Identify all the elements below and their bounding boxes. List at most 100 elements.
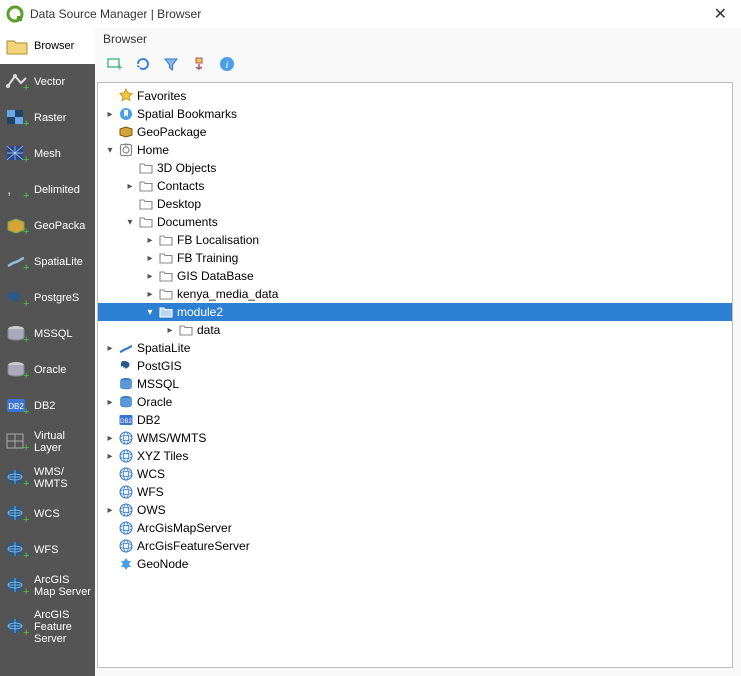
tree-node[interactable]: ▾module2 — [98, 303, 732, 321]
globe-icon — [118, 448, 134, 464]
expand-arrow[interactable]: ▸ — [144, 289, 156, 300]
expand-arrow[interactable]: ▸ — [104, 433, 116, 444]
browser-toolbar: + i — [95, 50, 741, 80]
add-layer-button[interactable]: + — [105, 54, 125, 74]
sidebar-item-label: Raster — [34, 112, 66, 124]
filter-button[interactable] — [161, 54, 181, 74]
expand-arrow[interactable]: ▸ — [144, 253, 156, 264]
tree-node[interactable]: ArcGisFeatureServer — [98, 537, 732, 555]
tree-node[interactable]: ▾ Home — [98, 141, 732, 159]
svg-text:+: + — [23, 298, 29, 308]
sidebar-item-geopackage[interactable]: +GeoPacka — [0, 208, 95, 244]
globe-icon — [118, 430, 134, 446]
tree-node[interactable]: ▸Contacts — [98, 177, 732, 195]
sidebar-item-label: DB2 — [34, 400, 55, 412]
tree-node[interactable]: WCS — [98, 465, 732, 483]
tree-node[interactable]: ▸FB Training — [98, 249, 732, 267]
tree-node[interactable]: ArcGisMapServer — [98, 519, 732, 537]
geopkg-icon — [118, 124, 134, 140]
folder-icon — [158, 232, 174, 248]
sidebar-item-wfs[interactable]: +WFS — [0, 532, 95, 568]
tree-node[interactable]: ▸ SpatiaLite — [98, 339, 732, 357]
sidebar-item-label: Vector — [34, 76, 65, 88]
tree-node[interactable]: ▸ OWS — [98, 501, 732, 519]
expand-arrow[interactable]: ▾ — [144, 307, 156, 318]
tree-node[interactable]: GeoNode — [98, 555, 732, 573]
sidebar-item-wmswmts[interactable]: +WMS/ WMTS — [0, 460, 95, 496]
tree-node[interactable]: PostGIS — [98, 357, 732, 375]
tree-node[interactable]: WFS — [98, 483, 732, 501]
expand-arrow[interactable]: ▸ — [104, 343, 116, 354]
sidebar-item-oracle[interactable]: +Oracle — [0, 352, 95, 388]
tree-node[interactable]: DB2DB2 — [98, 411, 732, 429]
sidebar-item-browser[interactable]: Browser — [0, 28, 95, 64]
tree-node-label: SpatiaLite — [137, 341, 190, 355]
tree-node[interactable]: ▸kenya_media_data — [98, 285, 732, 303]
sidebar-item-mssql[interactable]: +MSSQL — [0, 316, 95, 352]
tree-node[interactable]: 3D Objects — [98, 159, 732, 177]
svg-text:+: + — [23, 370, 29, 380]
expand-arrow[interactable]: ▸ — [104, 109, 116, 120]
expand-arrow[interactable]: ▸ — [104, 505, 116, 516]
expand-arrow[interactable]: ▸ — [104, 397, 116, 408]
expand-arrow[interactable]: ▸ — [144, 235, 156, 246]
star-icon — [118, 88, 134, 104]
tree-node[interactable]: ▸ XYZ Tiles — [98, 447, 732, 465]
browser-icon — [4, 33, 30, 59]
tree-node[interactable]: ▸data — [98, 321, 732, 339]
qgis-logo-icon — [6, 5, 24, 23]
collapse-all-button[interactable] — [189, 54, 209, 74]
refresh-button[interactable] — [133, 54, 153, 74]
svg-text:+: + — [23, 226, 29, 236]
tree-node[interactable]: ▸ Oracle — [98, 393, 732, 411]
svg-text:+: + — [23, 118, 29, 128]
close-button[interactable]: ✕ — [706, 2, 735, 26]
expand-arrow[interactable]: ▸ — [124, 181, 136, 192]
sidebar-item-delimited[interactable]: ,+Delimited — [0, 172, 95, 208]
tree-node-label: Oracle — [137, 395, 172, 409]
tree-node[interactable]: ▸ FB Localisation — [98, 231, 732, 249]
oracle-icon: + — [4, 357, 30, 383]
globe-icon — [118, 484, 134, 500]
spatialite-icon — [118, 340, 134, 356]
panel-title: Browser — [95, 28, 741, 50]
expand-arrow[interactable]: ▸ — [164, 325, 176, 336]
expand-arrow[interactable]: ▸ — [104, 451, 116, 462]
sidebar-item-label: ArcGIS Feature Server — [34, 609, 91, 645]
tree-node[interactable]: MSSQL — [98, 375, 732, 393]
properties-button[interactable]: i — [217, 54, 237, 74]
mesh-icon: + — [4, 141, 30, 167]
tree-node-label: FB Localisation — [177, 233, 259, 247]
tree-node-label: Home — [137, 143, 169, 157]
tree-node-label: Spatial Bookmarks — [137, 107, 237, 121]
tree-node[interactable]: ▸GIS DataBase — [98, 267, 732, 285]
expand-arrow[interactable]: ▾ — [104, 145, 116, 156]
tree-node[interactable]: ▸ Spatial Bookmarks — [98, 105, 732, 123]
globe-icon — [118, 520, 134, 536]
tree-node-label: ArcGisMapServer — [137, 521, 232, 535]
sidebar-item-mesh[interactable]: +Mesh — [0, 136, 95, 172]
folder-icon — [178, 322, 194, 338]
tree-node[interactable]: Favorites — [98, 87, 732, 105]
tree-node[interactable]: GeoPackage — [98, 123, 732, 141]
browser-tree[interactable]: Favorites ▸ Spatial Bookmarks GeoPackage ▾ Ho… — [97, 82, 733, 668]
tree-node-label: 3D Objects — [157, 161, 216, 175]
expand-arrow[interactable]: ▾ — [124, 217, 136, 228]
expand-arrow[interactable]: ▸ — [144, 271, 156, 282]
sidebar-item-db2[interactable]: DB2+DB2 — [0, 388, 95, 424]
tree-node[interactable]: Desktop — [98, 195, 732, 213]
sidebar-item-wcs[interactable]: +WCS — [0, 496, 95, 532]
sidebar-item-postgres[interactable]: +PostgreS — [0, 280, 95, 316]
tree-node[interactable]: ▾Documents — [98, 213, 732, 231]
sidebar-item-label: WMS/ WMTS — [34, 466, 91, 490]
tree-node-label: OWS — [137, 503, 166, 517]
sidebar-item-arcgisfeature[interactable]: +ArcGIS Feature Server — [0, 604, 95, 650]
sidebar-item-virtuallayer[interactable]: +Virtual Layer — [0, 424, 95, 460]
sidebar-item-raster[interactable]: + Raster — [0, 100, 95, 136]
vector-icon: + — [4, 69, 30, 95]
tree-node[interactable]: ▸WMS/WMTS — [98, 429, 732, 447]
sidebar-item-vector[interactable]: + Vector — [0, 64, 95, 100]
tree-node-label: XYZ Tiles — [137, 449, 188, 463]
sidebar-item-spatialite[interactable]: +SpatiaLite — [0, 244, 95, 280]
sidebar-item-arcgismap[interactable]: +ArcGIS Map Server — [0, 568, 95, 604]
